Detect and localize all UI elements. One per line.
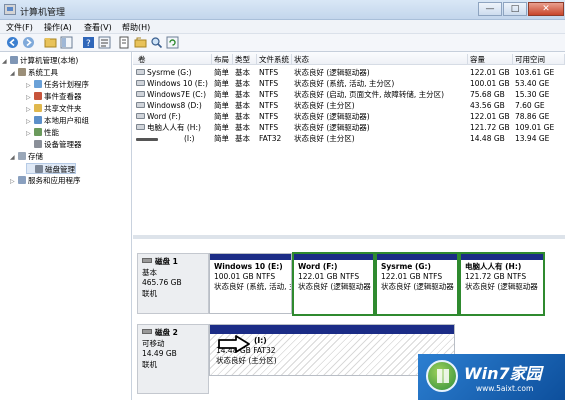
- drive-icon: [136, 124, 145, 130]
- column-type[interactable]: 类型: [233, 54, 257, 64]
- volume-row[interactable]: (I:) 简单 基本 FAT32 状态良好 (主分区) 14.48 GB 13.…: [133, 133, 565, 144]
- disk-2-info[interactable]: 磁盘 2 可移动 14.49 GB 联机: [137, 324, 209, 394]
- tree-expander-icon[interactable]: ◢: [10, 68, 18, 79]
- column-capacity[interactable]: 容量: [468, 54, 513, 64]
- tree-item-performance[interactable]: ▷ 性能: [26, 127, 59, 138]
- menu-bar: 文件(F) 操作(A) 查看(V) 帮助(H): [0, 20, 565, 34]
- volume-row[interactable]: Sysrme (G:) 简单 基本 NTFS 状态良好 (逻辑驱动器) 122.…: [133, 67, 565, 78]
- win7-watermark: Win7家园 www.5aixt.com: [418, 354, 565, 400]
- drive-icon: [136, 138, 158, 141]
- services-icon: [18, 176, 26, 184]
- column-layout[interactable]: 布局: [212, 54, 233, 64]
- tree-item-storage[interactable]: ◢ 存储: [10, 151, 43, 162]
- menu-help[interactable]: 帮助(H): [122, 22, 150, 33]
- close-button[interactable]: ✕: [528, 2, 564, 16]
- drive-icon: [136, 113, 145, 119]
- menu-file[interactable]: 文件(F): [6, 22, 33, 33]
- tree-expander-icon[interactable]: ▷: [26, 92, 34, 103]
- partition-g[interactable]: Sysrme (G:) 122.01 GB NTFS 状态良好 (逻辑驱动器: [375, 252, 459, 316]
- tree-item-device-manager[interactable]: 设备管理器: [26, 139, 82, 150]
- tree-expander-icon[interactable]: ◢: [2, 56, 10, 67]
- device-icon: [34, 140, 42, 148]
- pointer-arrow-icon: [218, 335, 250, 353]
- watermark-url: www.5aixt.com: [476, 384, 534, 393]
- disk-icon: [142, 329, 152, 334]
- help-icon[interactable]: ?: [82, 36, 95, 49]
- drive-icon: [136, 91, 145, 97]
- tree-item-task-scheduler[interactable]: ▷ 任务计划程序: [26, 79, 89, 90]
- storage-icon: [18, 152, 26, 160]
- tree-item-local-users[interactable]: ▷ 本地用户和组: [26, 115, 89, 126]
- volume-row[interactable]: Windows7E (C:) 简单 基本 NTFS 状态良好 (启动, 页面文件…: [133, 89, 565, 100]
- column-volume[interactable]: 卷: [136, 54, 212, 64]
- column-filesystem[interactable]: 文件系统: [257, 54, 292, 64]
- partition-f[interactable]: Word (F:) 122.01 GB NTFS 状态良好 (逻辑驱动器: [292, 252, 375, 316]
- back-icon[interactable]: [6, 36, 19, 49]
- volume-list: 卷 布局 类型 文件系统 状态 容量 可用空间 Sysrme (G:) 简单 基…: [133, 52, 565, 235]
- tree-expander-icon[interactable]: ▷: [26, 104, 34, 115]
- tree-expander-icon[interactable]: ▷: [26, 116, 34, 127]
- search-icon[interactable]: [150, 36, 163, 49]
- navigation-tree: ◢ 计算机管理(本地) ◢ 系统工具 ▷ 任务计划程序 ▷ 事件查看器 ▷ 共享文件夹 ▷…: [0, 52, 132, 400]
- drive-icon: [136, 80, 145, 86]
- computer-management-icon: [4, 4, 16, 15]
- performance-icon: [34, 128, 42, 136]
- menu-view[interactable]: 查看(V): [84, 22, 112, 33]
- partition-e[interactable]: Windows 10 (E:) 100.01 GB NTFS 状态良好 (系统,…: [209, 253, 292, 314]
- tree-item-disk-management[interactable]: 磁盘管理: [26, 163, 76, 174]
- open-folder-icon[interactable]: [118, 36, 131, 49]
- minimize-button[interactable]: —: [478, 2, 502, 16]
- tree-expander-icon[interactable]: ▷: [26, 128, 34, 139]
- volume-row[interactable]: Word (F:) 简单 基本 NTFS 状态良好 (逻辑驱动器) 122.01…: [133, 111, 565, 122]
- menu-action[interactable]: 操作(A): [44, 22, 72, 33]
- title-bar: 计算机管理 — □ ✕: [0, 0, 565, 20]
- properties-icon[interactable]: [98, 36, 111, 49]
- toolbar: ?: [0, 34, 565, 52]
- computer-icon: [10, 56, 18, 64]
- disk-icon: [142, 258, 152, 263]
- maximize-button[interactable]: □: [503, 2, 527, 16]
- tree-item-system-tools[interactable]: ◢ 系统工具: [10, 67, 58, 78]
- window-title: 计算机管理: [20, 8, 66, 18]
- disk-icon: [35, 165, 43, 173]
- refresh-icon[interactable]: [166, 36, 179, 49]
- event-icon: [34, 92, 42, 100]
- watermark-brand: Win7家园: [464, 364, 542, 383]
- tree-item-event-viewer[interactable]: ▷ 事件查看器: [26, 91, 82, 102]
- tree-item-services-apps[interactable]: ▷ 服务和应用程序: [10, 175, 81, 186]
- show-tree-icon[interactable]: [60, 36, 73, 49]
- drive-icon: [136, 69, 145, 75]
- disk-1-info[interactable]: 磁盘 1 基本 465.76 GB 联机: [137, 253, 209, 314]
- column-status[interactable]: 状态: [292, 54, 468, 64]
- tools-icon: [18, 68, 26, 76]
- column-free-space[interactable]: 可用空间: [513, 54, 565, 64]
- volume-row[interactable]: Windows 10 (E:) 简单 基本 NTFS 状态良好 (系统, 活动,…: [133, 78, 565, 89]
- shared-folder-icon: [34, 104, 42, 112]
- svg-text:?: ?: [86, 39, 91, 49]
- tree-expander-icon[interactable]: ▷: [10, 176, 18, 187]
- tree-expander-icon[interactable]: ▷: [26, 80, 34, 91]
- volume-row[interactable]: 电脑人人有 (H:) 简单 基本 NTFS 状态良好 (逻辑驱动器) 121.7…: [133, 122, 565, 133]
- volume-row[interactable]: Windows8 (D:) 简单 基本 NTFS 状态良好 (主分区) 43.5…: [133, 100, 565, 111]
- tree-item-computer-management[interactable]: ◢ 计算机管理(本地): [2, 55, 78, 66]
- win7-logo-icon: [426, 360, 458, 392]
- tree-item-shared-folders[interactable]: ▷ 共享文件夹: [26, 103, 82, 114]
- tree-expander-icon[interactable]: ◢: [10, 152, 18, 163]
- clock-icon: [34, 80, 42, 88]
- drive-icon: [136, 102, 145, 108]
- volume-list-header: 卷 布局 类型 文件系统 状态 容量 可用空间: [133, 52, 565, 65]
- partition-h[interactable]: 电脑人人有 (H:) 121.72 GB NTFS 状态良好 (逻辑驱动器: [459, 252, 545, 316]
- explore-icon[interactable]: [134, 36, 147, 49]
- users-icon: [34, 116, 42, 124]
- up-folder-icon[interactable]: [44, 36, 57, 49]
- forward-icon[interactable]: [22, 36, 35, 49]
